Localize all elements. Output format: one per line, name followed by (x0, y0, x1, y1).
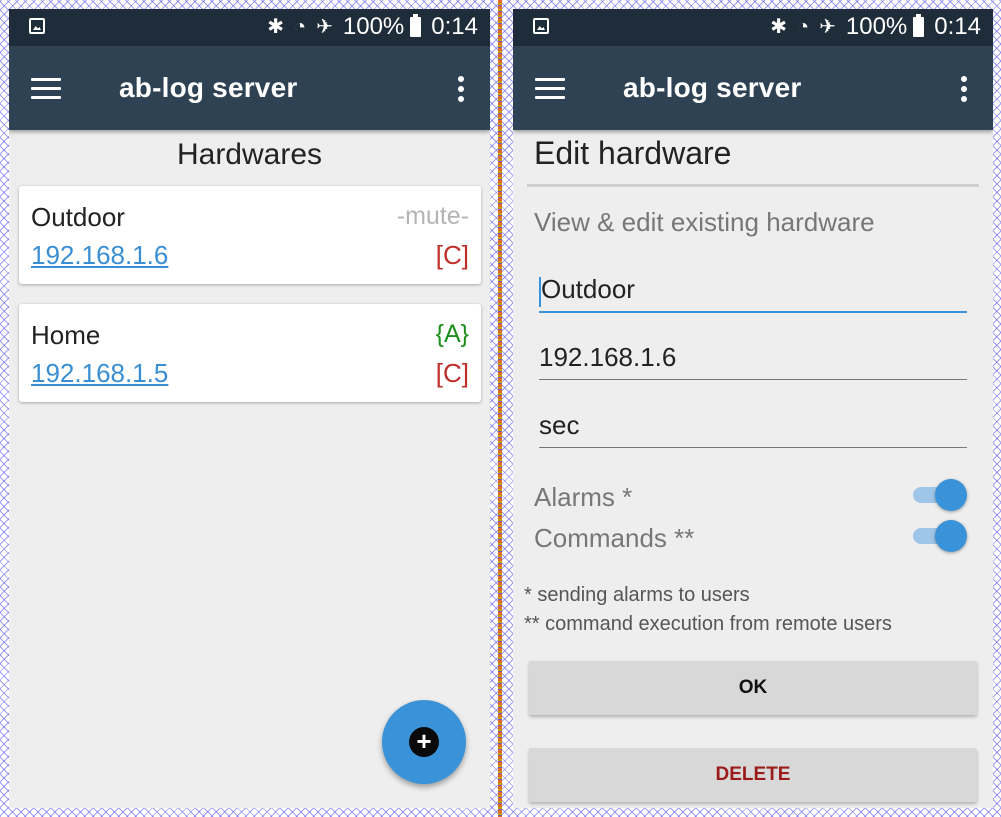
screenshot-divider (498, 0, 502, 817)
wifi-icon: ◔ (797, 16, 810, 38)
password-field[interactable]: sec (539, 405, 967, 448)
airplane-mode-icon: ✈ (316, 16, 333, 38)
clock: 0:14 (431, 13, 478, 40)
menu-icon[interactable] (31, 78, 61, 100)
app-title: ab-log server (119, 72, 298, 103)
toggle-knob (935, 479, 967, 511)
app-title: ab-log server (623, 72, 802, 103)
status-bar: ✱ ◔ ✈ 100% 0:14 (513, 9, 993, 46)
battery-percent: 100% (342, 13, 405, 40)
clock: 0:14 (934, 13, 981, 40)
alarms-toggle[interactable] (913, 477, 967, 511)
mode-badge: [C] (435, 358, 469, 388)
ip-address-value: 192.168.1.6 (539, 342, 677, 372)
battery-icon (410, 14, 422, 37)
ok-button[interactable]: OK (529, 661, 977, 715)
edit-hardware-screen: ✱ ◔ ✈ 100% 0:14 ab-log server Edit hardw… (513, 9, 993, 808)
battery-icon (913, 14, 925, 37)
hardware-card-home[interactable]: Home 192.168.1.5 {A} [C] (19, 304, 481, 402)
hardware-name: Outdoor (31, 202, 125, 232)
footnote-commands: ** command execution from remote users (524, 613, 892, 635)
gallery-notification-icon (29, 18, 45, 34)
page-title: Edit hardware (534, 135, 732, 171)
bluetooth-icon: ✱ (267, 16, 285, 38)
toggle-knob (935, 520, 967, 552)
hardware-list-screen: ✱ ◔ ✈ 100% 0:14 ab-log server Hardwares … (9, 9, 490, 808)
hardware-ip-link[interactable]: 192.168.1.6 (31, 240, 168, 271)
mode-badge: [C] (435, 240, 469, 270)
page-subtitle: View & edit existing hardware (534, 207, 875, 237)
bluetooth-icon: ✱ (770, 16, 788, 38)
menu-icon[interactable] (535, 78, 565, 100)
app-bar: ab-log server (513, 46, 993, 130)
gallery-notification-icon (533, 18, 549, 34)
commands-label: Commands ** (534, 523, 695, 553)
alarm-state-badge: {A} (435, 320, 469, 348)
alarm-state-badge: -mute- (396, 202, 469, 230)
wifi-icon: ◔ (294, 16, 307, 38)
battery-percent: 100% (845, 13, 908, 40)
hardware-card-outdoor[interactable]: Outdoor 192.168.1.6 -mute- [C] (19, 186, 481, 284)
hardware-name-value: Outdoor (541, 274, 635, 304)
delete-button[interactable]: DELETE (529, 748, 977, 802)
hardware-name-field[interactable]: Outdoor (539, 269, 967, 313)
status-bar: ✱ ◔ ✈ 100% 0:14 (9, 9, 490, 46)
title-divider (527, 184, 979, 187)
password-value: sec (539, 410, 580, 440)
hardware-name: Home (31, 320, 101, 350)
plus-icon: + (409, 727, 439, 757)
footnote-alarms: * sending alarms to users (524, 584, 750, 606)
alarms-label: Alarms * (534, 482, 633, 512)
commands-toggle[interactable] (913, 518, 967, 552)
airplane-mode-icon: ✈ (819, 16, 836, 38)
hardware-ip-link[interactable]: 192.168.1.5 (31, 358, 168, 389)
page-title: Hardwares (176, 138, 323, 171)
overflow-menu-icon[interactable] (961, 76, 967, 102)
app-bar: ab-log server (9, 46, 490, 130)
add-hardware-button[interactable]: + (382, 700, 466, 784)
ip-address-field[interactable]: 192.168.1.6 (539, 337, 967, 380)
overflow-menu-icon[interactable] (458, 76, 464, 102)
